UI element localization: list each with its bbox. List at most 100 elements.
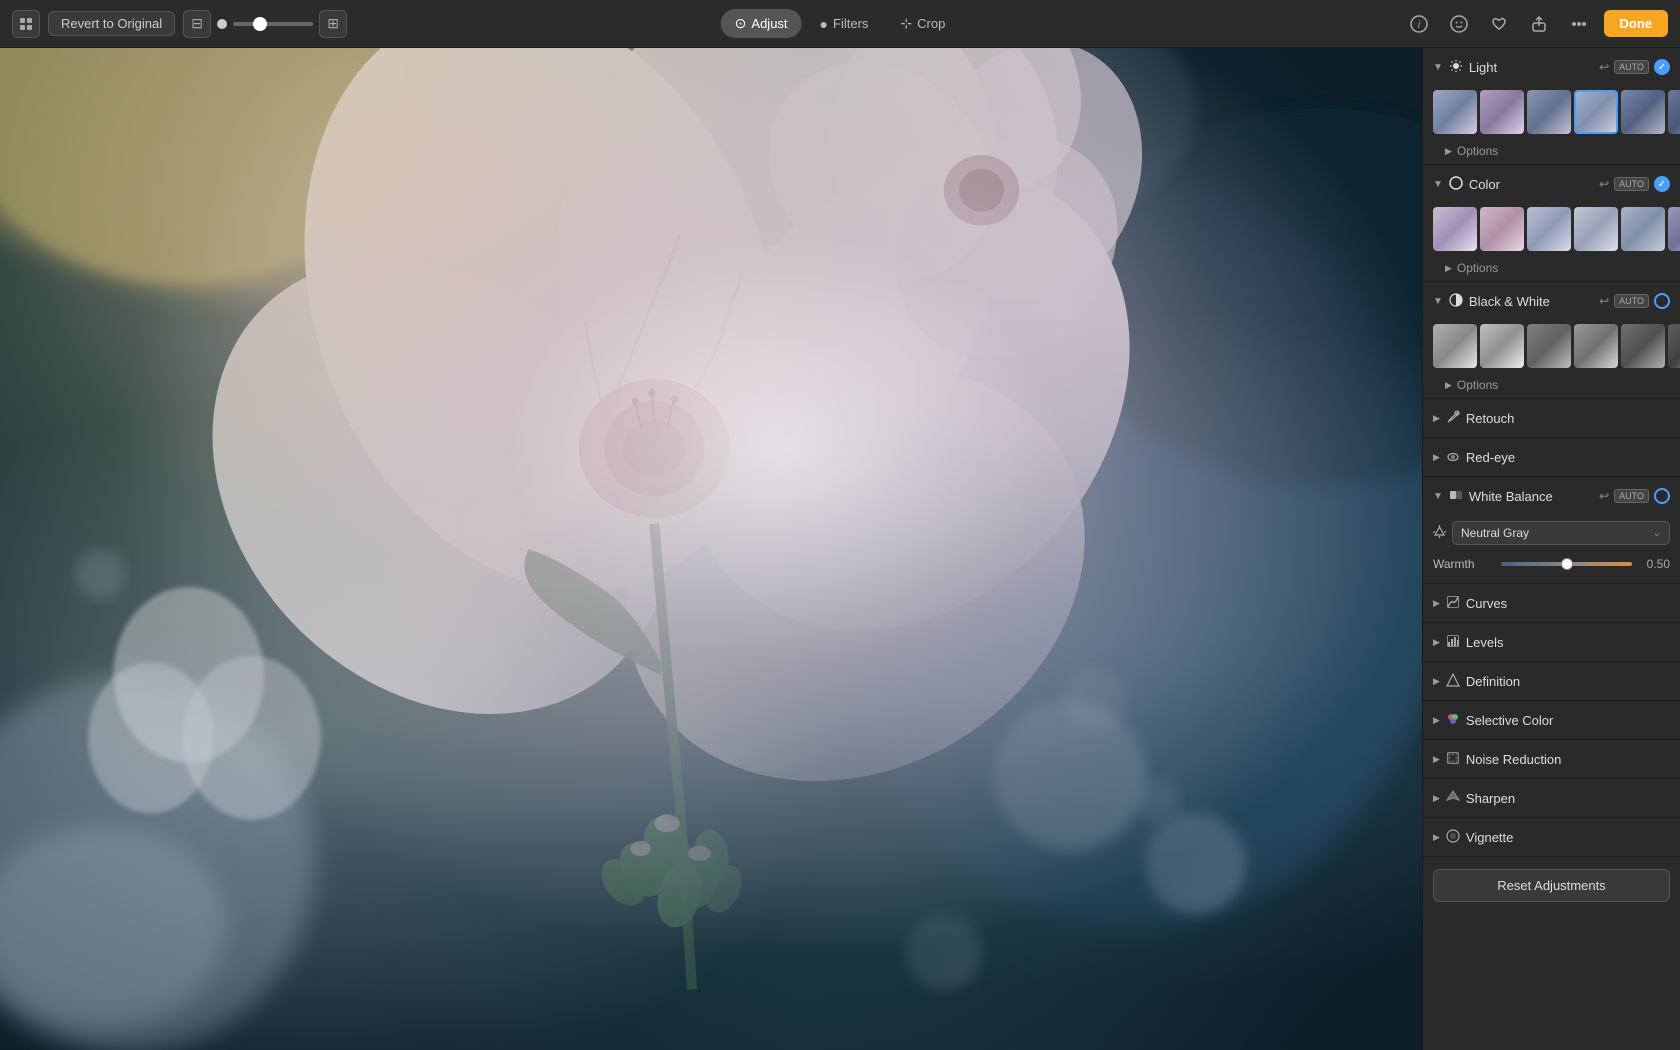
- wb-chevron: ▼: [1433, 491, 1443, 502]
- retouch-chevron: ▶: [1433, 413, 1440, 424]
- wb-toggle[interactable]: [1654, 488, 1670, 504]
- crop-tab[interactable]: ⊹ Crop: [886, 9, 959, 38]
- crop-tab-label: Crop: [917, 16, 945, 31]
- done-button[interactable]: Done: [1604, 10, 1669, 37]
- curves-section-header[interactable]: ▶ Curves: [1423, 584, 1680, 622]
- levels-section-header[interactable]: ▶ Levels: [1423, 623, 1680, 661]
- warmth-row: Warmth 0.50: [1433, 553, 1670, 575]
- light-section-header[interactable]: ▼ Light ↩: [1423, 48, 1680, 86]
- adjust-tab-label: Adjust: [751, 16, 787, 31]
- retouch-section-header[interactable]: ▶ Retouch: [1423, 399, 1680, 437]
- wb-title: White Balance: [1469, 489, 1593, 504]
- sharpen-section-header[interactable]: ▶ Sharpen: [1423, 779, 1680, 817]
- vignette-chevron: ▶: [1433, 832, 1440, 843]
- info-button[interactable]: i: [1404, 9, 1434, 39]
- bw-thumb-5[interactable]: [1621, 324, 1665, 368]
- color-chevron: ▼: [1433, 179, 1443, 190]
- zoom-in-button[interactable]: ⊞: [319, 10, 347, 38]
- more-button[interactable]: [1564, 9, 1594, 39]
- zoom-slider[interactable]: [233, 22, 313, 26]
- light-thumb-4[interactable]: [1574, 90, 1618, 134]
- wb-preset-dropdown[interactable]: Neutral Gray ⌄: [1452, 521, 1670, 545]
- zoom-out-button[interactable]: ⊟: [183, 10, 211, 38]
- svg-text:i: i: [1417, 20, 1420, 31]
- color-options-label: Options: [1457, 261, 1498, 275]
- definition-section-header[interactable]: ▶ Definition: [1423, 662, 1680, 700]
- warmth-slider[interactable]: [1501, 562, 1632, 566]
- light-thumb-1[interactable]: [1433, 90, 1477, 134]
- grid-view-button[interactable]: [12, 10, 40, 38]
- face-button[interactable]: [1444, 9, 1474, 39]
- reset-adjustments-button[interactable]: Reset Adjustments: [1433, 869, 1670, 902]
- color-thumb-3[interactable]: [1527, 207, 1571, 251]
- color-auto-badge[interactable]: AUTO: [1614, 177, 1649, 191]
- wb-auto-badge[interactable]: AUTO: [1614, 489, 1649, 503]
- redeye-section-header[interactable]: ▶ Red-eye: [1423, 438, 1680, 476]
- light-auto-badge[interactable]: AUTO: [1614, 60, 1649, 74]
- noise-reduction-section: ▶ Noise Reduction: [1423, 740, 1680, 779]
- color-section-header[interactable]: ▼ Color ↩ AUTO ✓: [1423, 165, 1680, 203]
- wb-content: Neutral Gray ⌄ Warmth 0.50: [1423, 515, 1680, 583]
- light-options-label: Options: [1457, 144, 1498, 158]
- wb-section: ▼ White Balance ↩ AUTO: [1423, 477, 1680, 584]
- selective-color-icon: [1446, 712, 1460, 729]
- toolbar: Revert to Original ⊟ ⊞ ⊙ Adjust ● Filter…: [0, 0, 1680, 48]
- heart-button[interactable]: [1484, 9, 1514, 39]
- bw-reset-icon[interactable]: ↩: [1599, 294, 1609, 308]
- toolbar-tabs: ⊙ Adjust ● Filters ⊹ Crop: [721, 9, 960, 38]
- vignette-icon: [1446, 829, 1460, 846]
- color-options-chevron: ▶: [1445, 263, 1452, 274]
- wb-reset-icon[interactable]: ↩: [1599, 489, 1609, 503]
- color-thumb-5[interactable]: [1621, 207, 1665, 251]
- bw-chevron: ▼: [1433, 296, 1443, 307]
- bw-section-header[interactable]: ▼ Black & White ↩ AUTO: [1423, 282, 1680, 320]
- light-thumb-5[interactable]: [1621, 90, 1665, 134]
- bw-auto-badge[interactable]: AUTO: [1614, 294, 1649, 308]
- vignette-title: Vignette: [1466, 830, 1670, 845]
- light-thumb-3[interactable]: [1527, 90, 1571, 134]
- vignette-section-header[interactable]: ▶ Vignette: [1423, 818, 1680, 856]
- color-toggle[interactable]: ✓: [1654, 176, 1670, 192]
- light-options-chevron: ▶: [1445, 146, 1452, 157]
- bw-thumb-1[interactable]: [1433, 324, 1477, 368]
- revert-button[interactable]: Revert to Original: [48, 11, 175, 36]
- light-toggle[interactable]: ✓: [1654, 59, 1670, 75]
- zoom-indicator: [217, 19, 227, 29]
- wb-section-header[interactable]: ▼ White Balance ↩ AUTO: [1423, 477, 1680, 515]
- definition-title: Definition: [1466, 674, 1670, 689]
- color-options[interactable]: ▶ Options: [1423, 257, 1680, 281]
- bw-thumb-strip: [1423, 320, 1680, 374]
- adjust-icon: ⊙: [735, 15, 747, 32]
- bw-options[interactable]: ▶ Options: [1423, 374, 1680, 398]
- light-options[interactable]: ▶ Options: [1423, 140, 1680, 164]
- right-panel: ▼ Light ↩: [1422, 48, 1680, 1050]
- curves-title: Curves: [1466, 596, 1670, 611]
- color-icon: [1449, 176, 1463, 193]
- bw-thumb-3[interactable]: [1527, 324, 1571, 368]
- bw-thumb-6[interactable]: [1668, 324, 1680, 368]
- photo-area: [0, 48, 1422, 1050]
- light-thumb-6[interactable]: [1668, 90, 1680, 134]
- color-thumb-6[interactable]: [1668, 207, 1680, 251]
- color-thumb-2[interactable]: [1480, 207, 1524, 251]
- levels-title: Levels: [1466, 635, 1670, 650]
- bw-thumb-2[interactable]: [1480, 324, 1524, 368]
- color-reset-icon[interactable]: ↩: [1599, 177, 1609, 191]
- share-button[interactable]: [1524, 9, 1554, 39]
- noise-reduction-section-header[interactable]: ▶ Noise Reduction: [1423, 740, 1680, 778]
- light-thumb-strip: [1423, 86, 1680, 140]
- bw-thumb-4[interactable]: [1574, 324, 1618, 368]
- warmth-label: Warmth: [1433, 557, 1493, 571]
- color-thumb-4[interactable]: [1574, 207, 1618, 251]
- bw-toggle[interactable]: [1654, 293, 1670, 309]
- redeye-icon: [1446, 449, 1460, 466]
- color-thumb-strip: [1423, 203, 1680, 257]
- light-thumb-2[interactable]: [1480, 90, 1524, 134]
- selective-color-section-header[interactable]: ▶ Selective Color: [1423, 701, 1680, 739]
- color-thumb-1[interactable]: [1433, 207, 1477, 251]
- light-reset-icon[interactable]: ↩: [1599, 60, 1609, 74]
- filters-tab-label: Filters: [833, 16, 868, 31]
- definition-icon: [1446, 673, 1460, 690]
- adjust-tab[interactable]: ⊙ Adjust: [721, 9, 802, 38]
- filters-tab[interactable]: ● Filters: [806, 10, 883, 38]
